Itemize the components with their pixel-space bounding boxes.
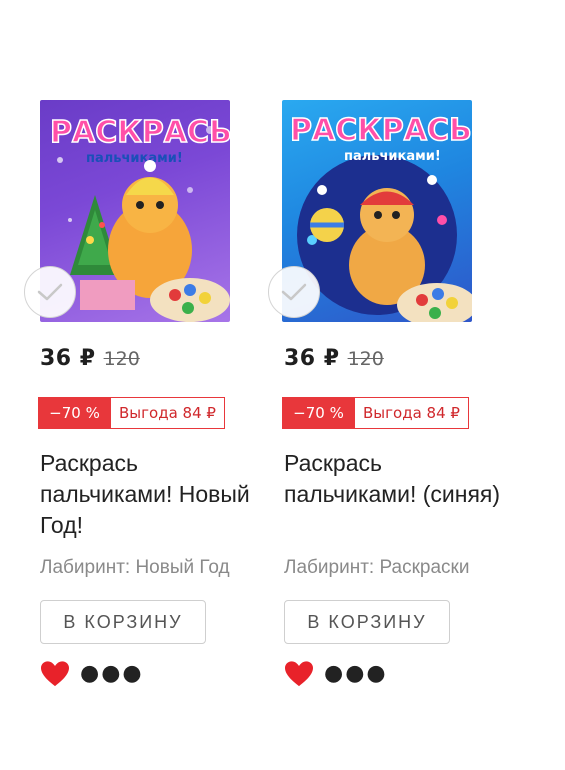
discount-badge: −70 % xyxy=(282,397,355,429)
check-circle-icon xyxy=(37,283,63,301)
publisher-link[interactable]: Лабиринт: Новый Год xyxy=(40,557,230,579)
profit-badge: Выгода 84 ₽ xyxy=(355,397,469,429)
check-circle-icon xyxy=(281,283,307,301)
discount-badges: −70 % Выгода 84 ₽ xyxy=(282,397,469,429)
product-title[interactable]: Раскрась пальчиками! Новый Год! xyxy=(40,448,270,541)
select-checkbox[interactable] xyxy=(268,266,320,318)
svg-text:РАСКРАСЬ: РАСКРАСЬ xyxy=(290,113,472,148)
old-price: 120 xyxy=(103,348,140,370)
price-row: 36 ₽ 120 xyxy=(284,346,384,371)
heart-icon[interactable] xyxy=(40,660,70,688)
svg-text:пальчиками!: пальчиками! xyxy=(86,151,183,166)
discount-badges: −70 % Выгода 84 ₽ xyxy=(38,397,225,429)
discount-badge: −70 % xyxy=(38,397,111,429)
svg-text:пальчиками!: пальчиками! xyxy=(344,149,441,164)
heart-icon[interactable] xyxy=(284,660,314,688)
add-to-cart-button[interactable]: В КОРЗИНУ xyxy=(40,600,206,644)
add-to-cart-button[interactable]: В КОРЗИНУ xyxy=(284,600,450,644)
more-dots-icon[interactable]: ●●● xyxy=(80,663,144,685)
card-actions: ●●● xyxy=(284,660,388,688)
profit-badge: Выгода 84 ₽ xyxy=(111,397,225,429)
more-dots-icon[interactable]: ●●● xyxy=(324,663,388,685)
price: 36 ₽ xyxy=(40,346,96,371)
card-actions: ●●● xyxy=(40,660,144,688)
price: 36 ₽ xyxy=(284,346,340,371)
price-row: 36 ₽ 120 xyxy=(40,346,140,371)
svg-text:РАСКРАСЬ: РАСКРАСЬ xyxy=(50,115,230,150)
select-checkbox[interactable] xyxy=(24,266,76,318)
publisher-link[interactable]: Лабиринт: Раскраски xyxy=(284,557,469,579)
old-price: 120 xyxy=(347,348,384,370)
product-title[interactable]: Раскрась пальчиками! (синяя) xyxy=(284,448,514,510)
